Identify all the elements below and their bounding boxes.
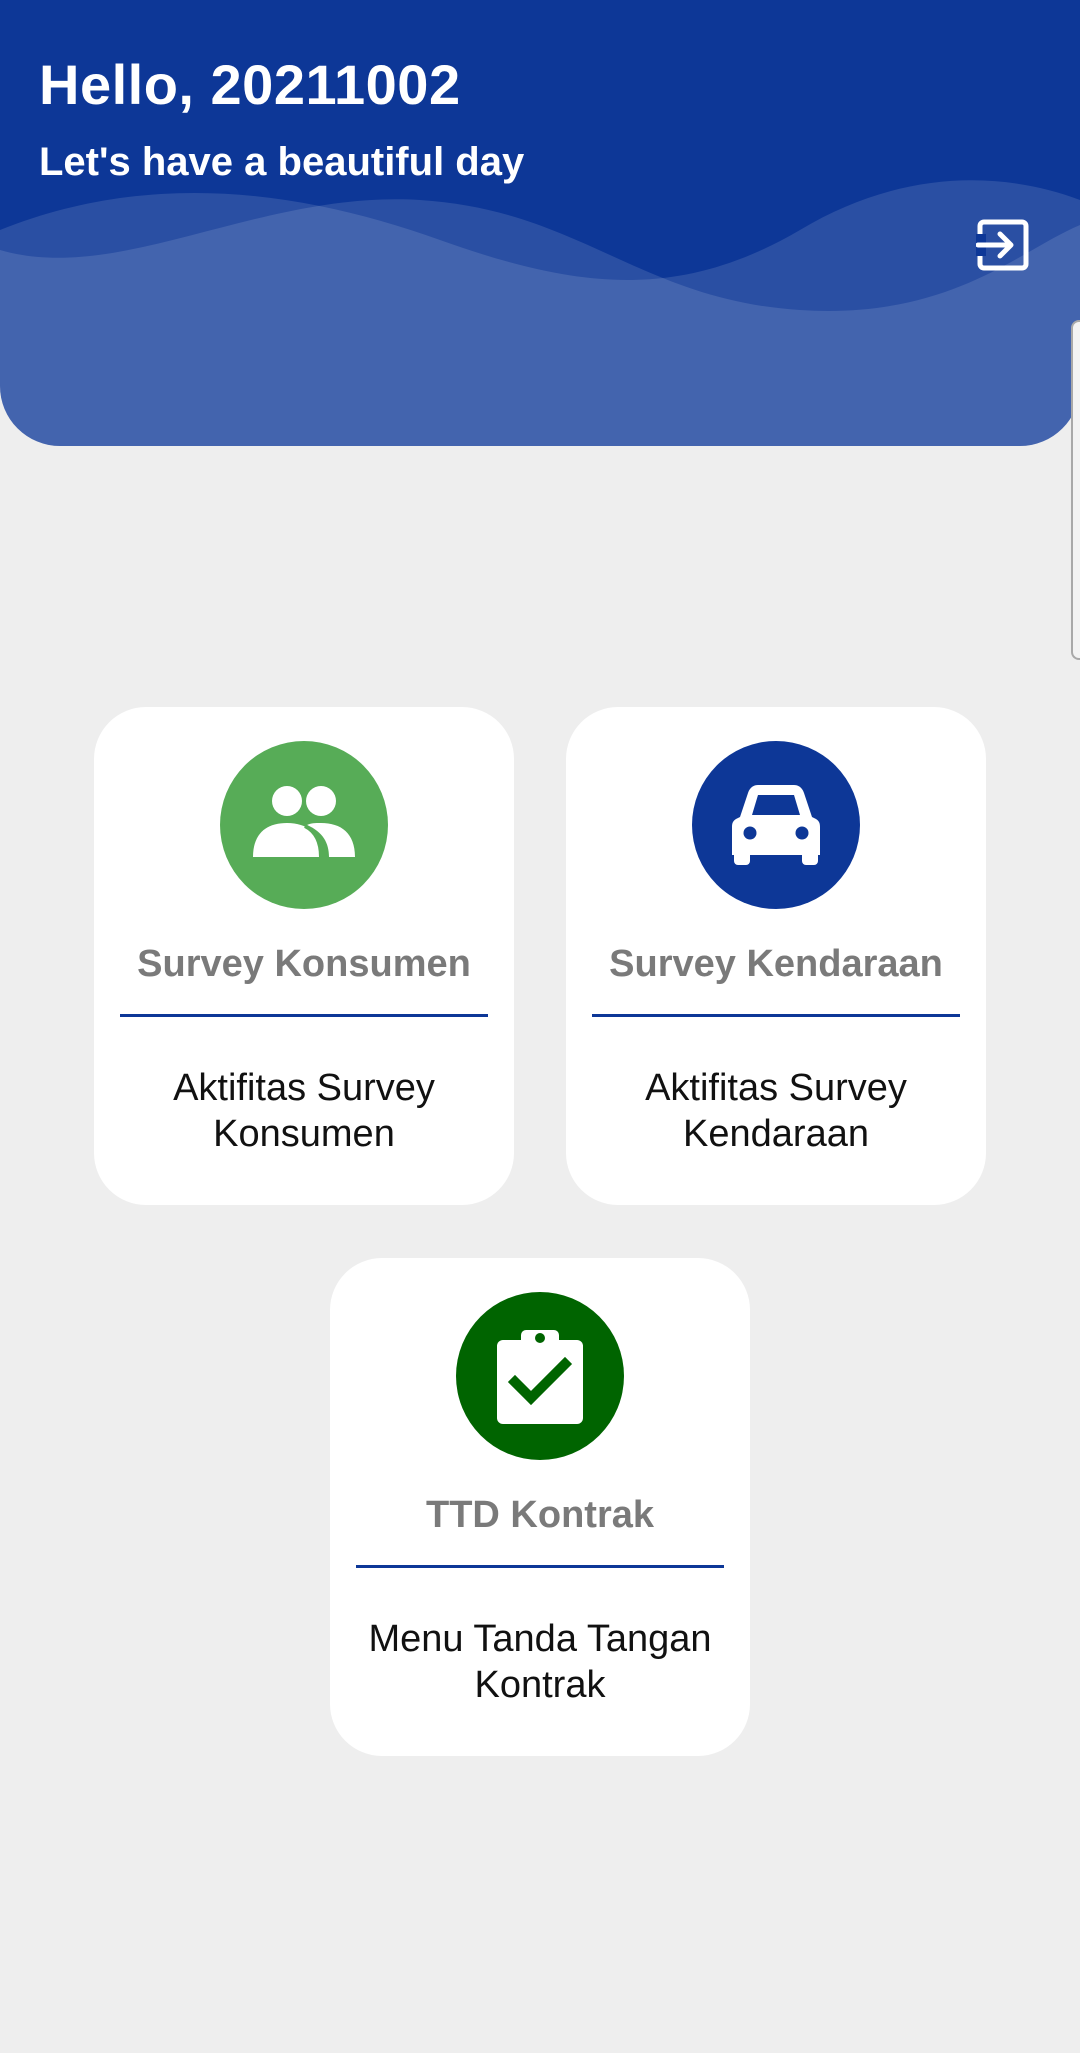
card-title: Survey Konsumen: [137, 943, 471, 985]
survey-kendaraan-card[interactable]: Survey Kendaraan Aktifitas Survey Kendar…: [566, 707, 986, 1205]
card-divider: [120, 1014, 488, 1017]
card-divider: [356, 1565, 724, 1568]
clipboard-check-icon: [456, 1292, 624, 1460]
card-description: Menu Tanda Tangan Kontrak: [368, 1618, 712, 1706]
card-title: Survey Kendaraan: [609, 943, 943, 985]
ttd-kontrak-card[interactable]: TTD Kontrak Menu Tanda Tangan Kontrak: [330, 1258, 750, 1756]
people-icon: [220, 741, 388, 909]
logout-button[interactable]: [976, 218, 1030, 272]
car-icon: [692, 741, 860, 909]
logout-icon: [976, 219, 1029, 271]
card-divider: [592, 1014, 960, 1017]
header-banner: Hello, 20211002 Let's have a beautiful d…: [0, 0, 1080, 446]
survey-konsumen-card[interactable]: Survey Konsumen Aktifitas Survey Konsume…: [94, 707, 514, 1205]
side-edge-handle[interactable]: [1071, 320, 1080, 660]
tagline-text: Let's have a beautiful day: [39, 140, 525, 184]
card-description: Aktifitas Survey Konsumen: [173, 1067, 435, 1155]
card-title: TTD Kontrak: [426, 1494, 654, 1536]
greeting-text: Hello, 20211002: [39, 53, 461, 116]
card-description: Aktifitas Survey Kendaraan: [645, 1067, 907, 1155]
